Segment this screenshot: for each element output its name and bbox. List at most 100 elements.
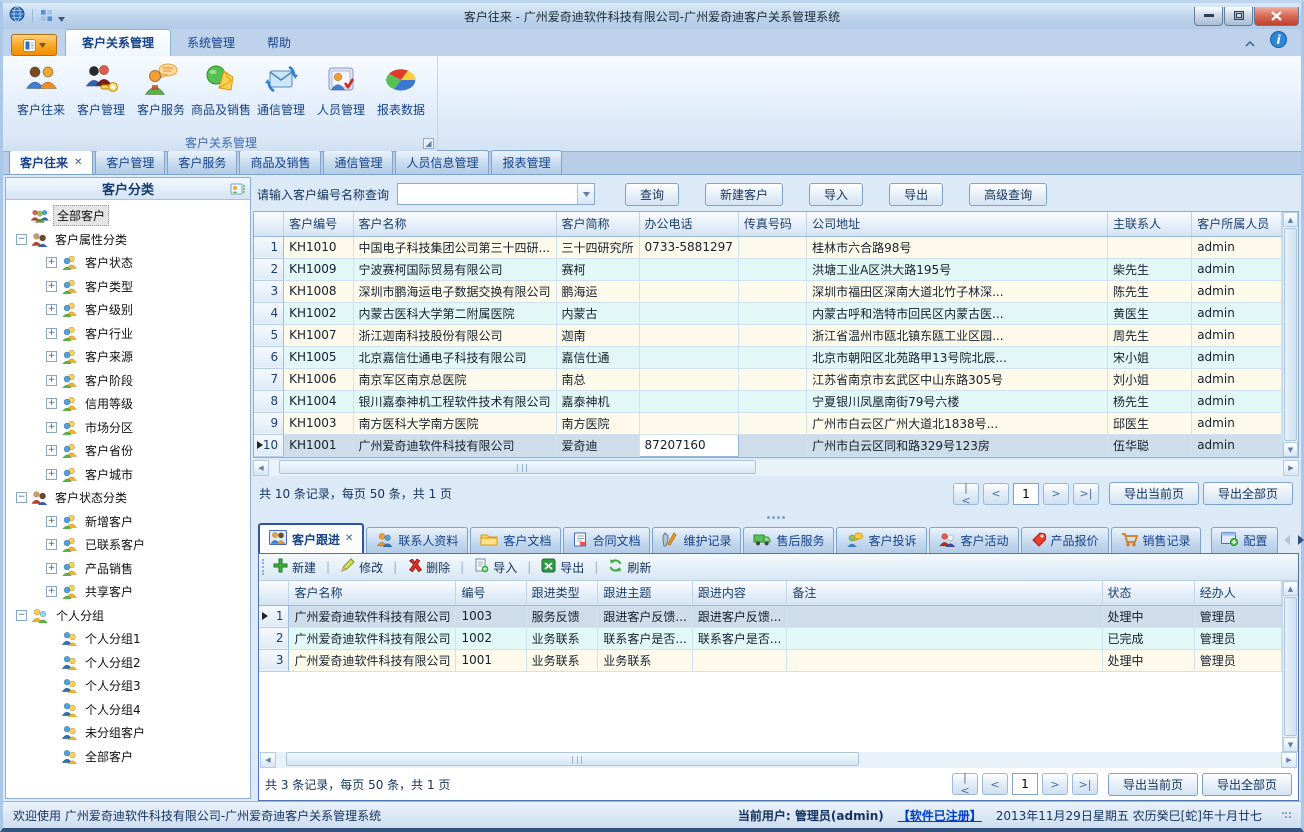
customer-grid-cell[interactable]: 宋小姐 <box>1108 346 1192 368</box>
customer-grid-cell[interactable] <box>738 280 806 302</box>
doc-tab-客户服务[interactable]: 客户服务 <box>167 150 237 174</box>
customer-grid-cell[interactable]: 爱奇迪 <box>556 434 639 456</box>
quick-access-icon[interactable] <box>40 7 53 26</box>
customer-grid-cell[interactable] <box>639 412 738 434</box>
customer-grid-cell[interactable]: 周先生 <box>1108 324 1192 346</box>
customer-grid-cell[interactable]: 迦南 <box>556 324 639 346</box>
customer-grid-cell[interactable]: 洪塘工业A区洪大路195号 <box>807 258 1108 280</box>
customer-grid-cell[interactable] <box>639 324 738 346</box>
customer-export-current-button[interactable]: 导出当前页 <box>1109 482 1199 505</box>
doc-tab-报表管理[interactable]: 报表管理 <box>491 150 561 174</box>
customer-grid-row[interactable]: 4KH1002内蒙古医科大学第二附属医院内蒙古内蒙古呼和浩特市回民区内蒙古医..… <box>254 302 1282 324</box>
followup-grid-cell[interactable]: 管理员 <box>1194 605 1281 627</box>
customer-grid-cell[interactable] <box>738 390 806 412</box>
button-高级查询[interactable]: 高级查询 <box>969 183 1047 206</box>
detail-tab-客户文档[interactable]: 客户文档 <box>470 527 561 553</box>
tree-expander-icon[interactable]: + <box>46 257 57 268</box>
followup-grid-vscrollbar[interactable]: ▲▼ <box>1282 581 1298 752</box>
tree-item-已联系客户[interactable]: +已联系客户 <box>12 533 250 557</box>
doc-tab-商品及销售[interactable]: 商品及销售 <box>239 150 321 174</box>
followup-export-current-button[interactable]: 导出当前页 <box>1108 773 1198 796</box>
customer-grid-cell[interactable]: 黄医生 <box>1108 302 1192 324</box>
followup-grid-cell[interactable]: 管理员 <box>1194 649 1281 671</box>
application-menu-button[interactable] <box>11 34 57 56</box>
dialog-launcher-icon[interactable]: ◢ <box>423 138 434 149</box>
combo-dropdown-icon[interactable] <box>577 184 594 204</box>
tree-item-信用等级[interactable]: +信用等级 <box>12 392 250 416</box>
customer-grid-cell[interactable]: 南方医科大学南方医院 <box>353 412 556 434</box>
customer-grid-row[interactable]: 3KH1008深圳市鹏海运电子数据交换有限公司鹏海运深圳市福田区深南大道北竹子林… <box>254 280 1282 302</box>
customer-grid-cell[interactable]: 陈先生 <box>1108 280 1192 302</box>
customer-grid-cell[interactable]: 伍华聪 <box>1108 434 1192 456</box>
followup-grid-row-header[interactable]: 1 <box>259 605 289 627</box>
tree-item-客户属性分类[interactable]: −客户属性分类 <box>12 228 250 252</box>
followup-grid-cell[interactable]: 跟进客户反馈... <box>692 605 786 627</box>
tree-expander-icon[interactable]: + <box>46 539 57 550</box>
help-info-icon[interactable]: i <box>1270 31 1287 52</box>
customer-grid-cell[interactable]: KH1001 <box>284 434 353 456</box>
followup-grid-cell[interactable]: 处理中 <box>1102 649 1194 671</box>
customer-grid-column-header[interactable]: 主联系人 <box>1108 212 1192 236</box>
tree-expander-icon[interactable]: − <box>16 234 27 245</box>
customer-grid-cell[interactable]: 87207160 <box>639 434 738 456</box>
customer-grid-cell[interactable]: admin <box>1192 390 1282 412</box>
followup-grid-cell[interactable]: 联系客户是否... <box>692 627 786 649</box>
tree-item-个人分组3[interactable]: 个人分组3 <box>12 674 250 698</box>
customer-export-all-button[interactable]: 导出全部页 <box>1203 482 1293 505</box>
tree-item-未分组客户[interactable]: 未分组客户 <box>12 721 250 745</box>
customer-grid-cell[interactable] <box>738 324 806 346</box>
ribbon-button-人员管理[interactable]: 人员管理 <box>311 60 371 121</box>
customer-grid-cell[interactable]: admin <box>1192 302 1282 324</box>
followup-prev-page-button[interactable]: < <box>982 773 1008 795</box>
customer-grid-cell[interactable]: 银川嘉泰神机工程软件技术有限公司 <box>353 390 556 412</box>
followup-grid-cell[interactable] <box>692 649 786 671</box>
software-registered-link[interactable]: 【软件已注册】 <box>898 807 982 824</box>
tree-item-全部客户[interactable]: 全部客户 <box>12 745 250 769</box>
followup-grid-column-header[interactable] <box>259 581 289 605</box>
customer-grid-cell[interactable]: 宁波赛柯国际贸易有限公司 <box>353 258 556 280</box>
ribbon-tab-帮助[interactable]: 帮助 <box>251 30 307 56</box>
customer-grid-cell[interactable]: 赛柯 <box>556 258 639 280</box>
customer-grid-row-header[interactable]: 2 <box>254 258 284 280</box>
customer-grid-cell[interactable]: 柴先生 <box>1108 258 1192 280</box>
tree-expander-icon[interactable]: + <box>46 469 57 480</box>
customer-grid-column-header[interactable] <box>254 212 284 236</box>
followup-grid-row-header[interactable]: 3 <box>259 649 289 671</box>
customer-grid-cell[interactable]: 浙江迦南科技股份有限公司 <box>353 324 556 346</box>
tree-expander-icon[interactable]: + <box>46 304 57 315</box>
customer-grid-cell[interactable] <box>738 434 806 456</box>
customer-next-page-button[interactable]: > <box>1043 483 1069 505</box>
tree-item-共享客户[interactable]: +共享客户 <box>12 580 250 604</box>
customer-grid-cell[interactable]: 刘小姐 <box>1108 368 1192 390</box>
customer-grid-cell[interactable] <box>738 412 806 434</box>
tree-item-个人分组4[interactable]: 个人分组4 <box>12 698 250 722</box>
customer-first-page-button[interactable]: |< <box>953 483 979 505</box>
horizontal-splitter[interactable] <box>253 511 1299 523</box>
button-导入[interactable]: 导入 <box>809 183 863 206</box>
button-查询[interactable]: 查询 <box>625 183 679 206</box>
customer-grid-cell[interactable]: KH1005 <box>284 346 353 368</box>
customer-grid-row-header[interactable]: 3 <box>254 280 284 302</box>
close-tab-icon[interactable]: ✕ <box>345 534 353 544</box>
customer-grid-cell[interactable] <box>639 280 738 302</box>
customer-grid-cell[interactable]: 鹏海运 <box>556 280 639 302</box>
followup-grid-column-header[interactable]: 经办人 <box>1194 581 1281 605</box>
collapse-ribbon-icon[interactable] <box>1244 32 1256 51</box>
followup-grid-cell[interactable] <box>787 605 1102 627</box>
scroll-tabs-left-icon[interactable] <box>1284 535 1290 545</box>
customer-grid-cell[interactable]: KH1006 <box>284 368 353 390</box>
tree-item-客户阶段[interactable]: +客户阶段 <box>12 369 250 393</box>
customer-grid-row-header[interactable]: 4 <box>254 302 284 324</box>
tree-item-新增客户[interactable]: +新增客户 <box>12 510 250 534</box>
customer-grid-cell[interactable]: admin <box>1192 412 1282 434</box>
resize-grip[interactable] <box>1282 812 1291 818</box>
customer-grid-cell[interactable]: 0733-5881297 <box>639 236 738 258</box>
detail-tab-售后服务[interactable]: 售后服务 <box>743 527 834 553</box>
followup-grid-hscrollbar[interactable]: ◀ ▶ <box>260 752 1297 768</box>
followup-grid-column-header[interactable]: 跟进主题 <box>598 581 692 605</box>
scroll-tabs-right-icon[interactable] <box>1298 535 1304 545</box>
customer-grid-row-header[interactable]: 6 <box>254 346 284 368</box>
tree-item-客户类型[interactable]: +客户类型 <box>12 275 250 299</box>
customer-grid-cell[interactable]: 南京军区南京总医院 <box>353 368 556 390</box>
tree-item-个人分组1[interactable]: 个人分组1 <box>12 627 250 651</box>
